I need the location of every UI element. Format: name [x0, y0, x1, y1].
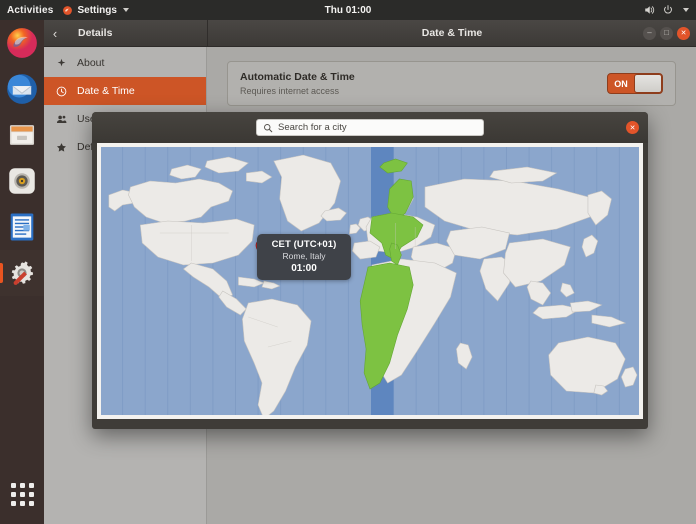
window-controls: – □ ✕ [643, 20, 690, 46]
dock-item-files[interactable] [0, 112, 44, 158]
app-menu-label: Settings [77, 5, 116, 16]
launcher-dock [0, 20, 44, 524]
chevron-down-icon[interactable] [683, 8, 689, 12]
desktop-screen: Activities Settings Thu 01:00 [0, 0, 696, 524]
timezone-dialog-header: ✕ [92, 112, 648, 143]
libreoffice-writer-icon [5, 210, 39, 244]
search-icon [263, 123, 273, 133]
sidebar-item-date-time[interactable]: Date & Time [44, 77, 206, 105]
dialog-close-button[interactable]: ✕ [626, 121, 639, 134]
files-icon [5, 118, 39, 152]
sidebar-item-label: About [77, 57, 104, 69]
timezone-map[interactable] [101, 147, 639, 415]
search-input[interactable] [278, 122, 477, 133]
timezone-dialog: ✕ [92, 112, 648, 429]
page-title-date-time: Date & Time [422, 27, 483, 39]
maximize-button[interactable]: □ [660, 27, 673, 40]
firefox-menu-icon [62, 5, 73, 16]
search-box[interactable] [256, 119, 484, 136]
sidebar-item-about[interactable]: About [44, 49, 206, 77]
automatic-date-time-toggle[interactable]: ON [607, 73, 663, 94]
dock-item-rhythmbox[interactable] [0, 158, 44, 204]
tooltip-zone-label: CET (UTC+01) [263, 239, 345, 250]
users-icon [55, 113, 68, 126]
automatic-date-time-row: Automatic Date & Time Requires internet … [227, 61, 676, 106]
page-title-details: Details [78, 27, 112, 39]
automatic-date-time-text: Automatic Date & Time Requires internet … [240, 71, 355, 96]
timezone-map-frame [97, 143, 643, 419]
minimize-button[interactable]: – [643, 27, 656, 40]
dock-item-firefox[interactable] [0, 20, 44, 66]
toggle-knob [634, 74, 662, 93]
thunderbird-icon [5, 72, 39, 106]
tooltip-city-label: Rome, Italy [263, 251, 345, 261]
gnome-top-bar: Activities Settings Thu 01:00 [0, 0, 696, 20]
window-titlebar: ‹ Details Date & Time – □ ✕ [44, 20, 696, 47]
timezone-tooltip: CET (UTC+01) Rome, Italy 01:00 [257, 234, 351, 280]
world-map-svg [101, 147, 639, 415]
chevron-down-icon [123, 8, 129, 12]
dock-item-libreoffice-writer[interactable] [0, 204, 44, 250]
settings-icon [5, 256, 39, 290]
rhythmbox-icon [5, 164, 39, 198]
close-button[interactable]: ✕ [677, 27, 690, 40]
activities-button[interactable]: Activities [0, 5, 62, 16]
star-icon [55, 141, 68, 154]
tooltip-time-label: 01:00 [263, 263, 345, 274]
volume-icon[interactable] [643, 4, 655, 16]
titlebar-right-pane: Date & Time – □ ✕ [208, 20, 696, 46]
sidebar-item-label: Date & Time [77, 85, 135, 97]
sparkle-icon [55, 57, 68, 70]
toggle-state-label: ON [608, 79, 634, 89]
dock-item-thunderbird[interactable] [0, 66, 44, 112]
titlebar-left-pane: ‹ Details [44, 20, 208, 46]
app-grid-icon [11, 483, 34, 506]
automatic-date-time-title: Automatic Date & Time [240, 71, 355, 83]
firefox-icon [5, 26, 39, 60]
automatic-date-time-subtitle: Requires internet access [240, 86, 355, 96]
power-icon[interactable] [662, 4, 674, 16]
app-menu-settings[interactable]: Settings [62, 5, 128, 16]
back-button[interactable]: ‹ [44, 20, 66, 46]
system-tray[interactable] [643, 4, 696, 16]
dock-item-settings[interactable] [0, 250, 44, 296]
clock-icon [55, 85, 68, 98]
show-applications-button[interactable] [0, 472, 44, 516]
